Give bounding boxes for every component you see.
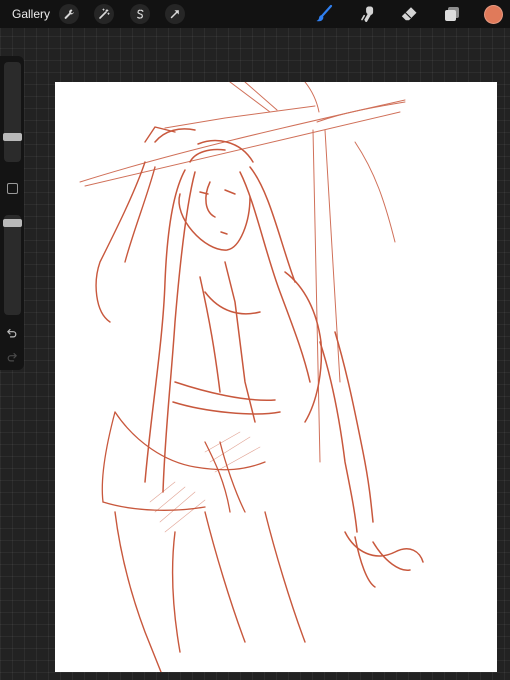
opacity-slider[interactable] xyxy=(4,215,21,315)
wrench-icon[interactable] xyxy=(59,4,79,24)
brush-size-slider-thumb[interactable] xyxy=(3,133,22,141)
sketch-artwork xyxy=(79,82,424,672)
brush-icon[interactable] xyxy=(313,3,335,25)
undo-icon[interactable] xyxy=(5,326,19,340)
adjustments-wand-icon[interactable] xyxy=(94,4,114,24)
brush-size-slider[interactable] xyxy=(4,62,21,162)
left-sidebar xyxy=(0,56,24,370)
modify-button[interactable] xyxy=(7,183,18,194)
drawing-canvas[interactable] xyxy=(55,82,497,672)
gallery-button[interactable]: Gallery xyxy=(12,7,50,21)
opacity-slider-thumb[interactable] xyxy=(3,219,22,228)
layers-icon[interactable] xyxy=(441,3,463,25)
top-toolbar: Gallery xyxy=(0,0,510,28)
selection-s-icon[interactable] xyxy=(130,4,150,24)
redo-icon[interactable] xyxy=(5,350,19,364)
transform-arrow-icon[interactable] xyxy=(165,4,185,24)
eraser-icon[interactable] xyxy=(398,3,420,25)
procreate-app: Gallery xyxy=(0,0,510,680)
smudge-icon[interactable] xyxy=(357,3,379,25)
color-swatch[interactable] xyxy=(484,5,503,24)
